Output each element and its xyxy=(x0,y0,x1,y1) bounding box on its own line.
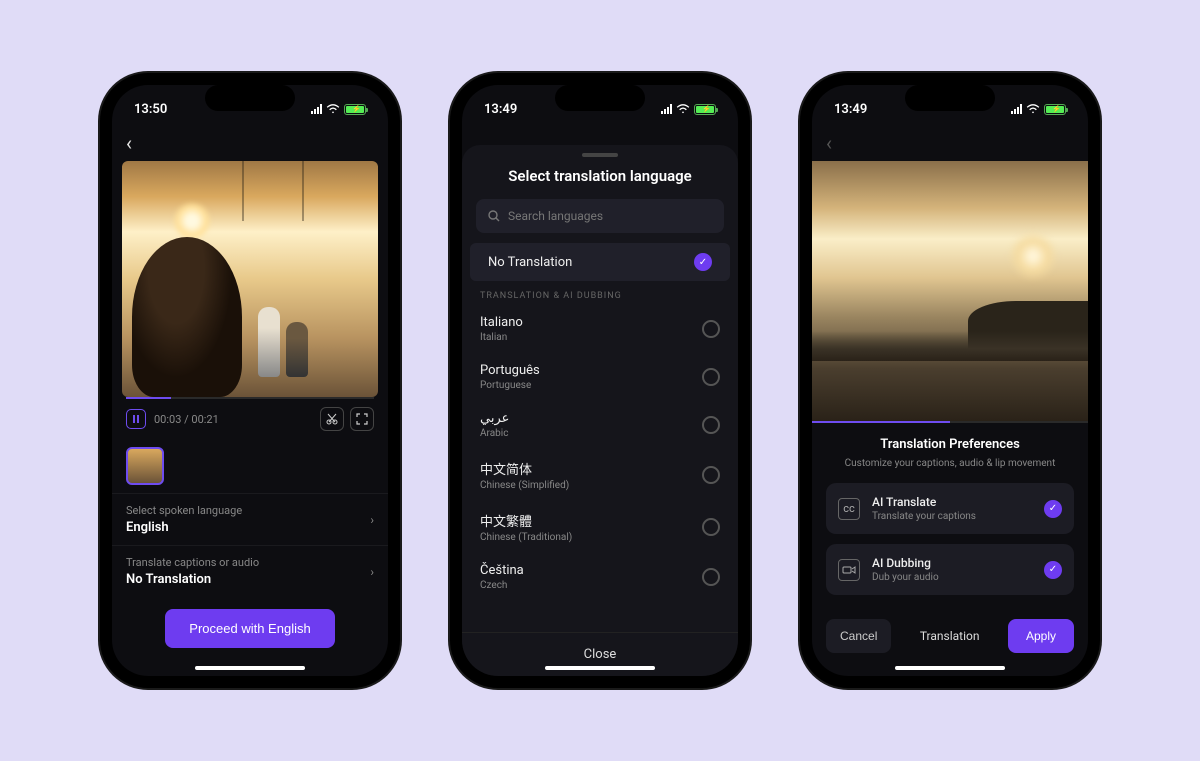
chevron-right-icon: › xyxy=(370,565,374,579)
video-preview[interactable] xyxy=(122,161,378,397)
language-option[interactable]: 中文繁體 Chinese (Traditional) xyxy=(462,501,738,553)
video-progress[interactable] xyxy=(812,421,1088,423)
no-translation-option[interactable]: No Translation ✓ xyxy=(470,243,730,281)
spoken-language-label: Select spoken language xyxy=(126,504,242,517)
ai-translate-title: AI Translate xyxy=(872,495,976,509)
translate-row[interactable]: Translate captions or audio No Translati… xyxy=(112,545,388,597)
language-option[interactable]: عربي Arabic xyxy=(462,401,738,449)
apply-button[interactable]: Apply xyxy=(1008,619,1074,653)
notch xyxy=(905,85,995,111)
section-header: TRANSLATION & AI DUBBING xyxy=(462,281,738,305)
sheet-title: Select translation language xyxy=(462,167,738,185)
ai-dubbing-subtitle: Dub your audio xyxy=(872,572,939,583)
status-time: 13:49 xyxy=(834,102,867,117)
cellular-icon xyxy=(311,104,322,114)
pause-button[interactable] xyxy=(126,409,146,429)
radio-icon xyxy=(702,416,720,434)
fullscreen-button[interactable] xyxy=(350,407,374,431)
chevron-right-icon: › xyxy=(370,513,374,527)
translate-value: No Translation xyxy=(126,572,259,587)
radio-icon xyxy=(702,568,720,586)
language-english: Italian xyxy=(480,332,523,343)
back-button[interactable]: ‹ xyxy=(126,131,132,155)
home-indicator[interactable] xyxy=(895,666,1005,670)
language-english: Chinese (Traditional) xyxy=(480,532,572,543)
check-icon: ✓ xyxy=(1044,561,1062,579)
language-option[interactable]: Čeština Czech xyxy=(462,553,738,601)
spoken-language-row[interactable]: Select spoken language English › xyxy=(112,493,388,545)
language-native: 中文简体 xyxy=(480,459,569,478)
ai-dubbing-card[interactable]: AI Dubbing Dub your audio ✓ xyxy=(826,544,1074,595)
status-time: 13:49 xyxy=(484,102,517,117)
language-option[interactable]: Português Portuguese xyxy=(462,353,738,401)
timecode: 00:03 / 00:21 xyxy=(154,413,219,426)
language-native: Italiano xyxy=(480,315,523,330)
spoken-language-value: English xyxy=(126,520,242,535)
search-placeholder: Search languages xyxy=(508,209,603,223)
cellular-icon xyxy=(661,104,672,114)
translate-label: Translate captions or audio xyxy=(126,556,259,569)
check-icon: ✓ xyxy=(694,253,712,271)
ai-translate-card[interactable]: cc AI Translate Translate your captions … xyxy=(826,483,1074,534)
battery-icon xyxy=(344,104,366,115)
phone-translation-prefs: 13:49 ‹ Translation Preferences Customiz… xyxy=(800,73,1100,688)
search-input[interactable]: Search languages xyxy=(476,199,724,233)
radio-icon xyxy=(702,466,720,484)
notch xyxy=(205,85,295,111)
translation-tab[interactable]: Translation xyxy=(899,629,1000,643)
language-sheet: Select translation language Search langu… xyxy=(462,145,738,676)
check-icon: ✓ xyxy=(1044,500,1062,518)
prefs-subtitle: Customize your captions, audio & lip mov… xyxy=(826,458,1074,469)
home-indicator[interactable] xyxy=(195,666,305,670)
language-native: 中文繁體 xyxy=(480,511,572,530)
phone-language-setup: 13:50 ‹ 00:03 / 00:21 xyxy=(100,73,400,688)
phone-language-sheet: 13:49 Select translation language Search… xyxy=(450,73,750,688)
back-button[interactable]: ‹ xyxy=(826,131,832,155)
video-progress[interactable] xyxy=(126,397,374,399)
prefs-title: Translation Preferences xyxy=(826,437,1074,452)
battery-icon xyxy=(1044,104,1066,115)
ai-translate-subtitle: Translate your captions xyxy=(872,511,976,522)
language-option[interactable]: 中文简体 Chinese (Simplified) xyxy=(462,449,738,501)
dubbing-icon xyxy=(838,559,860,581)
wifi-icon xyxy=(326,104,340,114)
captions-icon: cc xyxy=(838,498,860,520)
battery-icon xyxy=(694,104,716,115)
language-english: Arabic xyxy=(480,428,509,439)
radio-icon xyxy=(702,320,720,338)
language-native: Português xyxy=(480,363,540,378)
clip-thumbnail[interactable] xyxy=(126,447,164,485)
proceed-button[interactable]: Proceed with English xyxy=(165,609,334,648)
language-option[interactable]: Italiano Italian xyxy=(462,305,738,353)
language-native: Čeština xyxy=(480,563,524,578)
cancel-button[interactable]: Cancel xyxy=(826,619,891,653)
status-time: 13:50 xyxy=(134,102,167,117)
trim-button[interactable] xyxy=(320,407,344,431)
video-preview[interactable] xyxy=(812,161,1088,421)
language-native: عربي xyxy=(480,411,509,426)
language-english: Czech xyxy=(480,580,524,591)
sheet-handle[interactable] xyxy=(582,153,618,157)
radio-icon xyxy=(702,518,720,536)
search-icon xyxy=(488,210,500,222)
language-english: Portuguese xyxy=(480,380,540,391)
notch xyxy=(555,85,645,111)
home-indicator[interactable] xyxy=(545,666,655,670)
radio-icon xyxy=(702,368,720,386)
wifi-icon xyxy=(676,104,690,114)
ai-dubbing-title: AI Dubbing xyxy=(872,556,939,570)
cellular-icon xyxy=(1011,104,1022,114)
wifi-icon xyxy=(1026,104,1040,114)
language-english: Chinese (Simplified) xyxy=(480,480,569,491)
